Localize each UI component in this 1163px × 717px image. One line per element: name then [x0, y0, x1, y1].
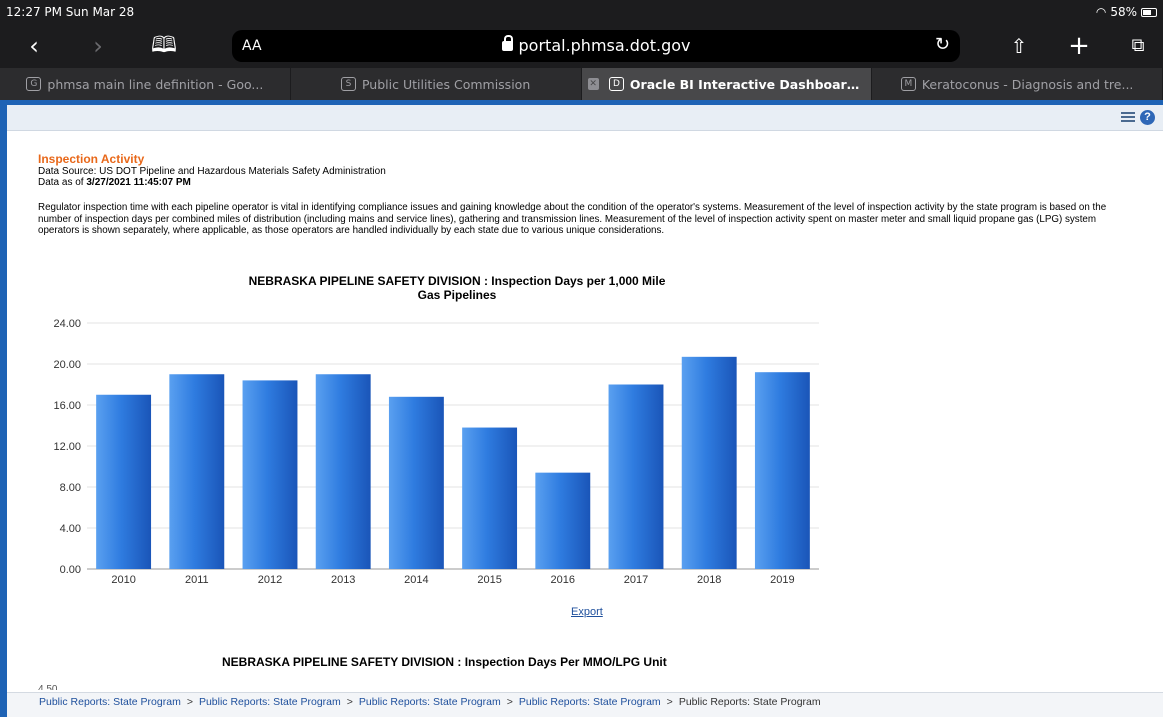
- x-tick-label: 2012: [258, 574, 282, 586]
- data-as-of-value: 3/27/2021 11:45:07 PM: [86, 177, 191, 188]
- y-tick-label: 0.00: [60, 564, 81, 576]
- status-right: ◠ 58%: [1096, 5, 1157, 19]
- x-tick-label: 2011: [185, 574, 209, 586]
- tab-keratoconus[interactable]: M Keratoconus - Diagnosis and tre...: [872, 68, 1163, 100]
- description: Regulator inspection time with each pipe…: [38, 202, 1107, 236]
- tab-favicon: M: [900, 77, 916, 91]
- breadcrumb-link[interactable]: Public Reports: State Program: [359, 696, 501, 708]
- forward-icon[interactable]: ›: [82, 30, 114, 62]
- section-title: Inspection Activity: [38, 152, 145, 166]
- tab-label: phmsa main line definition - Goo...: [47, 76, 264, 92]
- tab-oracle-bi[interactable]: ✕ D Oracle BI Interactive Dashboards...: [581, 68, 873, 100]
- new-tab-icon[interactable]: +: [1063, 30, 1095, 62]
- bar[interactable]: [315, 374, 371, 569]
- page-options-icon[interactable]: [1121, 112, 1135, 124]
- browser-toolbar: ‹ › 🕮 AA portal.phmsa.dot.gov ↻ ⇧ + ⧉: [0, 24, 1163, 68]
- x-tick-label: 2015: [477, 574, 501, 586]
- bar[interactable]: [535, 472, 591, 569]
- share-icon[interactable]: ⇧: [1003, 30, 1035, 62]
- status-bar: 12:27 PM Sun Mar 28 ◠ 58%: [0, 0, 1163, 24]
- tab-label: Public Utilities Commission: [361, 76, 531, 92]
- dashboard-frame: ? Inspection Activity Data Source: US DO…: [7, 105, 1163, 717]
- url-text: portal.phmsa.dot.gov: [518, 36, 691, 55]
- export-link[interactable]: Export: [571, 606, 603, 618]
- breadcrumb: Public Reports: State Program > Public Rep…: [7, 692, 1163, 717]
- breadcrumb-separator: >: [346, 696, 353, 708]
- ipad-safari-window: 12:27 PM Sun Mar 28 ◠ 58% ‹ › 🕮 AA porta…: [0, 0, 1163, 717]
- data-as-of: Data as of 3/27/2021 11:45:07 PM: [38, 177, 1138, 188]
- y-tick-label: 20.00: [53, 359, 81, 371]
- breadcrumb-link[interactable]: Public Reports: State Program: [199, 696, 341, 708]
- x-tick-label: 2013: [331, 574, 355, 586]
- battery-percent: 58%: [1110, 5, 1137, 19]
- back-icon[interactable]: ‹: [18, 30, 50, 62]
- dashboard-header: ?: [7, 105, 1163, 131]
- y-tick-label: 12.00: [53, 441, 81, 453]
- data-as-of-label: Data as of: [38, 177, 87, 188]
- bar[interactable]: [96, 394, 152, 569]
- bar-chart: 0.00 4.00 8.00 12.00 16.00 20.00 24.00 2010 2011…: [53, 318, 819, 586]
- chart2-partial-tick: 4.50: [38, 684, 58, 690]
- tab-label: Oracle BI Interactive Dashboards...: [629, 76, 866, 92]
- breadcrumb-link[interactable]: Public Reports: State Program: [519, 696, 661, 708]
- tab-close-icon[interactable]: ✕: [587, 78, 599, 90]
- bookmarks-icon[interactable]: 🕮: [148, 30, 180, 62]
- breadcrumb-current: Public Reports: State Program: [678, 696, 821, 708]
- x-tick-label: 2018: [697, 574, 721, 586]
- bar[interactable]: [681, 356, 737, 569]
- bar[interactable]: [608, 384, 664, 570]
- report-header: Inspection Activity Data Source: US DOT …: [38, 152, 1138, 237]
- breadcrumb-separator: >: [186, 696, 193, 708]
- address-bar[interactable]: AA portal.phmsa.dot.gov ↻: [232, 30, 960, 62]
- y-tick-label: 4.00: [60, 523, 81, 535]
- x-tick-label: 2019: [770, 574, 794, 586]
- x-tick-label: 2010: [111, 574, 135, 586]
- reload-icon[interactable]: ↻: [935, 34, 950, 55]
- breadcrumb-separator: >: [666, 696, 673, 708]
- x-tick-label: 2014: [404, 574, 428, 586]
- bar[interactable]: [462, 427, 518, 569]
- help-icon[interactable]: ?: [1140, 110, 1155, 125]
- chart-title-line2: Gas Pipelines: [417, 288, 497, 302]
- status-time: 12:27 PM Sun Mar 28: [6, 5, 135, 19]
- bar[interactable]: [388, 396, 444, 569]
- breadcrumb-separator: >: [506, 696, 513, 708]
- x-tick-label: 2017: [624, 574, 648, 586]
- x-tick-label: 2016: [551, 574, 575, 586]
- tab-favicon: S: [340, 77, 356, 91]
- url-wrap: portal.phmsa.dot.gov: [232, 35, 960, 55]
- bar[interactable]: [754, 372, 810, 569]
- web-page: ? Inspection Activity Data Source: US DO…: [0, 100, 1163, 717]
- breadcrumb-link[interactable]: Public Reports: State Program: [39, 696, 181, 708]
- chart-title-line1: NEBRASKA PIPELINE SAFETY DIVISION : Insp…: [248, 274, 666, 288]
- chart-title: NEBRASKA PIPELINE SAFETY DIVISION : Insp…: [197, 274, 717, 302]
- wifi-icon: ◠: [1095, 5, 1107, 19]
- tab-favicon: G: [26, 77, 42, 91]
- tab-favicon: D: [608, 77, 624, 91]
- tabs-overview-icon[interactable]: ⧉: [1122, 30, 1154, 62]
- data-source: Data Source: US DOT Pipeline and Hazardo…: [38, 166, 386, 177]
- battery-icon: [1141, 7, 1157, 17]
- tab-puc[interactable]: S Public Utilities Commission: [291, 68, 582, 100]
- tab-label: Keratoconus - Diagnosis and tre...: [921, 76, 1134, 92]
- tab-google[interactable]: G phmsa main line definition - Goo...: [0, 68, 291, 100]
- y-tick-label: 24.00: [53, 318, 81, 330]
- y-tick-label: 16.00: [53, 400, 81, 412]
- lock-icon: [501, 35, 513, 51]
- bar[interactable]: [169, 374, 225, 569]
- tab-bar: G phmsa main line definition - Goo... S …: [0, 68, 1163, 100]
- y-tick-label: 8.00: [60, 482, 81, 494]
- bar[interactable]: [242, 380, 298, 569]
- chart2-title: NEBRASKA PIPELINE SAFETY DIVISION : Insp…: [222, 655, 667, 669]
